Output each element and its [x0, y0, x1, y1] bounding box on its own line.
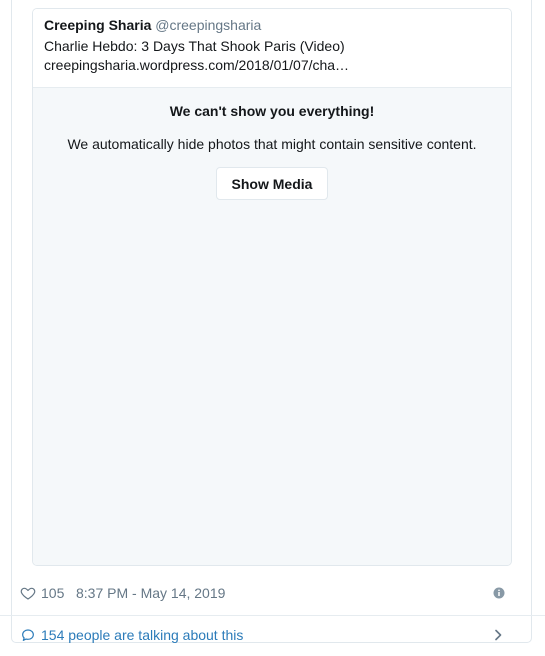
quoted-tweet-author: Creeping Sharia @creepingsharia — [44, 16, 261, 34]
conversation-label: 154 people are talking about this — [41, 627, 244, 643]
info-icon[interactable] — [493, 587, 505, 599]
quoted-tweet-text: Charlie Hebdo: 3 Days That Shook Paris (… — [44, 38, 345, 54]
embedded-tweet-card: Creeping Sharia @creepingsharia Charlie … — [11, 0, 532, 643]
quoted-tweet[interactable]: Creeping Sharia @creepingsharia Charlie … — [32, 8, 512, 566]
conversation-link[interactable]: 154 people are talking about this — [20, 625, 505, 645]
sensitive-media-panel: We can't show you everything! We automat… — [33, 88, 511, 565]
like-count[interactable]: 105 — [41, 585, 64, 601]
tweet-footer: 105 8:37 PM - May 14, 2019 — [20, 583, 505, 603]
quoted-tweet-header: Creeping Sharia @creepingsharia Charlie … — [33, 9, 511, 88]
sensitive-description: We automatically hide photos that might … — [67, 136, 477, 152]
sensitive-title: We can't show you everything! — [169, 103, 375, 119]
chevron-right-icon — [495, 629, 502, 641]
quoted-tweet-link[interactable]: creepingsharia.wordpress.com/2018/01/07/… — [44, 56, 349, 74]
author-name: Creeping Sharia — [44, 17, 152, 33]
show-media-button[interactable]: Show Media — [216, 167, 328, 200]
heart-icon[interactable] — [20, 585, 36, 601]
tweet-timestamp[interactable]: 8:37 PM - May 14, 2019 — [76, 585, 225, 601]
speech-bubble-icon — [22, 629, 34, 641]
footer-divider — [0, 615, 545, 616]
author-handle: @creepingsharia — [155, 17, 262, 33]
